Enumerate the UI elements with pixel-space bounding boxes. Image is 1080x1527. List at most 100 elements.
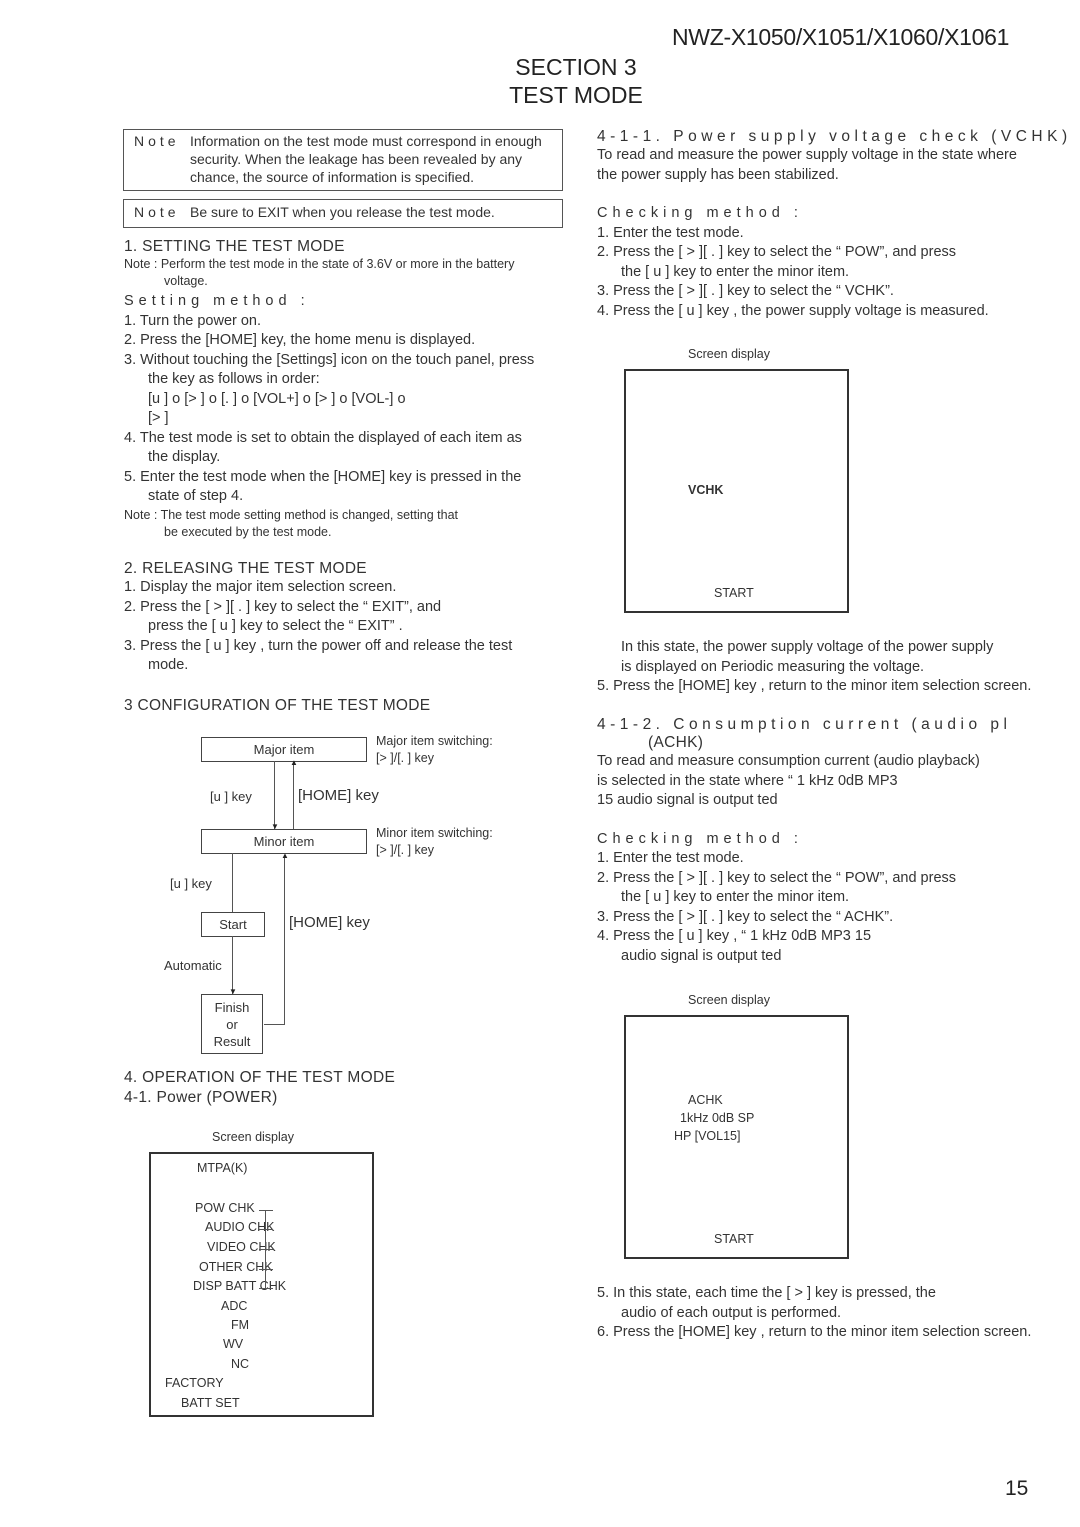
description: 15 audio signal is output ted bbox=[597, 792, 778, 808]
bracket-line bbox=[259, 1229, 273, 1230]
step: 3. Press the [ > ][ . ] key to select th… bbox=[597, 908, 894, 925]
screen-caption: Screen display bbox=[688, 347, 770, 361]
screen-line: OTHER CHK bbox=[199, 1260, 273, 1274]
screen-line: FACTORY bbox=[165, 1376, 224, 1390]
description: To read and measure the power supply vol… bbox=[597, 147, 1017, 163]
screen-caption: Screen display bbox=[212, 1130, 294, 1144]
key-sequence: [u ] o [> ] o [. ] o [VOL+] o [> ] o [VO… bbox=[148, 390, 406, 407]
step: state of step 4. bbox=[148, 488, 244, 504]
method-label: Checking method : bbox=[597, 205, 803, 221]
minor-switch-label: Minor item switching: [> ]/[. ] key bbox=[376, 826, 493, 857]
section-number: SECTION 3 bbox=[515, 54, 637, 80]
step: the display. bbox=[148, 449, 221, 465]
step: the key as follows in order: bbox=[148, 371, 320, 387]
bracket-line bbox=[259, 1288, 273, 1289]
step: 1. Display the major item selection scre… bbox=[124, 579, 397, 595]
home-key-label: [HOME] key bbox=[298, 787, 379, 804]
achk-screen-display: ACHK 1kHz 0dB SP HP [VOL15] START bbox=[624, 1015, 849, 1259]
note-text: security. When the leakage has been reve… bbox=[190, 151, 523, 167]
description: is displayed on Periodic measuring the v… bbox=[621, 658, 925, 675]
major-switch-label: Major item switching: [> ]/[. ] key bbox=[376, 734, 493, 765]
note-label: Note bbox=[134, 133, 180, 149]
major-item-box: Major item bbox=[201, 737, 367, 762]
method-label: Setting method : bbox=[124, 293, 310, 309]
return-line bbox=[284, 856, 285, 1024]
description: To read and measure consumption current … bbox=[597, 753, 980, 769]
arrow-line bbox=[232, 853, 233, 912]
subsection-heading: 4-1-1. Power supply voltage check (VCHK) bbox=[597, 128, 1072, 145]
step: 4. Press the [ u ] key , “ 1 kHz 0dB MP3… bbox=[597, 928, 872, 944]
screen-caption: Screen display bbox=[688, 993, 770, 1007]
operation-section: 4. OPERATION OF THE TEST MODE 4-1. Power… bbox=[124, 1069, 395, 1107]
step: 2. Press the [HOME] key, the home menu i… bbox=[124, 332, 476, 348]
vchk-section: 4-1-1. Power supply voltage check (VCHK)… bbox=[597, 128, 1072, 321]
step: 1. Enter the test mode. bbox=[597, 850, 744, 866]
step: 6. Press the [HOME] key , return to the … bbox=[597, 1324, 1032, 1340]
step: 2. Press the [ > ][ . ] key to select th… bbox=[124, 598, 442, 615]
return-line bbox=[264, 1024, 285, 1025]
power-screen-display: MTPA(K) POW CHK AUDIO CHK VIDEO CHK OTHE… bbox=[149, 1152, 374, 1417]
screen-line: MTPA(K) bbox=[197, 1161, 248, 1175]
screen-line: WV bbox=[223, 1337, 244, 1351]
method-label: Checking method : bbox=[597, 830, 803, 847]
bracket-line bbox=[259, 1210, 273, 1211]
screen-start-label: START bbox=[714, 586, 754, 600]
step: 3. Press the [ > ][ . ] key to select th… bbox=[597, 283, 894, 299]
step: 1. Enter the test mode. bbox=[597, 224, 744, 241]
step: 4. Press the [ u ] key , the power suppl… bbox=[597, 302, 989, 319]
enter-key-label: [u ] key bbox=[170, 876, 212, 891]
screen-line: 1kHz 0dB SP bbox=[680, 1111, 755, 1125]
screen-line: ADC bbox=[221, 1299, 248, 1313]
section-heading: 4. OPERATION OF THE TEST MODE bbox=[124, 1069, 396, 1086]
screen-line: FM bbox=[231, 1318, 250, 1332]
step: audio of each output is performed. bbox=[621, 1304, 842, 1321]
model-number: NWZ-X1050/X1051/X1060/X1061 bbox=[672, 24, 1010, 50]
start-box: Start bbox=[201, 912, 265, 937]
step: the [ u ] key to enter the minor item. bbox=[621, 889, 850, 905]
step: 5. Enter the test mode when the [HOME] k… bbox=[124, 468, 522, 485]
step: mode. bbox=[148, 657, 189, 673]
description: is selected in the state where “ 1 kHz 0… bbox=[597, 772, 898, 789]
arrow-line bbox=[232, 936, 233, 994]
setting-section: 1. SETTING THE TEST MODE Note : Perform … bbox=[124, 238, 534, 541]
section-heading: 1. SETTING THE TEST MODE bbox=[124, 238, 345, 255]
bracket-line bbox=[259, 1269, 273, 1270]
setting-note: voltage. bbox=[164, 274, 208, 288]
releasing-section: 2. RELEASING THE TEST MODE 1. Display th… bbox=[124, 560, 512, 676]
arrow-up-icon: ▲ bbox=[281, 851, 289, 860]
arrow-line bbox=[293, 763, 294, 829]
step: audio signal is output ted bbox=[621, 947, 782, 964]
screen-line: ACHK bbox=[688, 1093, 723, 1107]
arrow-line bbox=[274, 761, 275, 829]
subsection-heading: 4-1-2. Consumption current (audio pl bbox=[597, 716, 1012, 733]
achk-section: 4-1-2. Consumption current (audio pl (AC… bbox=[597, 716, 1011, 966]
automatic-label: Automatic bbox=[164, 958, 222, 973]
step: 5. In this state, each time the [ > ] ke… bbox=[597, 1285, 936, 1301]
screen-line: DISP BATT CHK bbox=[193, 1279, 287, 1293]
home-key-label: [HOME] key bbox=[289, 914, 370, 931]
achk-after: 5. In this state, each time the [ > ] ke… bbox=[597, 1284, 1031, 1343]
security-note: Note Information on the test mode must co… bbox=[123, 129, 563, 191]
step: 3. Without touching the [Settings] icon … bbox=[124, 351, 535, 368]
description: the power supply has been stabilized. bbox=[597, 166, 839, 183]
subsection-heading: 4-1. Power (POWER) bbox=[124, 1089, 278, 1106]
screen-line: BATT SET bbox=[181, 1396, 240, 1410]
arrow-up-icon: ▲ bbox=[290, 758, 298, 767]
note-text: Be sure to EXIT when you release the tes… bbox=[190, 204, 495, 220]
enter-key-label: [u ] key bbox=[210, 789, 252, 804]
step: the [ u ] key to enter the minor item. bbox=[621, 263, 850, 280]
step: 4. The test mode is set to obtain the di… bbox=[124, 429, 522, 446]
screen-line: HP [VOL15] bbox=[674, 1129, 741, 1143]
step: 5. Press the [HOME] key , return to the … bbox=[597, 678, 1032, 694]
finish-box: Finish or Result bbox=[201, 994, 263, 1054]
exit-note: Note Be sure to EXIT when you release the… bbox=[123, 199, 563, 228]
vchk-screen-display: VCHK START bbox=[624, 369, 849, 613]
section-heading: 3 CONFIGURATION OF THE TEST MODE bbox=[124, 697, 431, 714]
key-sequence: [> ] bbox=[148, 410, 169, 426]
page-title: TEST MODE bbox=[509, 82, 643, 108]
section-heading: 2. RELEASING THE TEST MODE bbox=[124, 560, 367, 577]
step: 3. Press the [ u ] key , turn the power … bbox=[124, 637, 513, 654]
setting-note: Note : Perform the test mode in the stat… bbox=[124, 257, 515, 271]
bracket-line bbox=[259, 1249, 273, 1250]
note-text: chance, the source of information is spe… bbox=[190, 169, 475, 185]
